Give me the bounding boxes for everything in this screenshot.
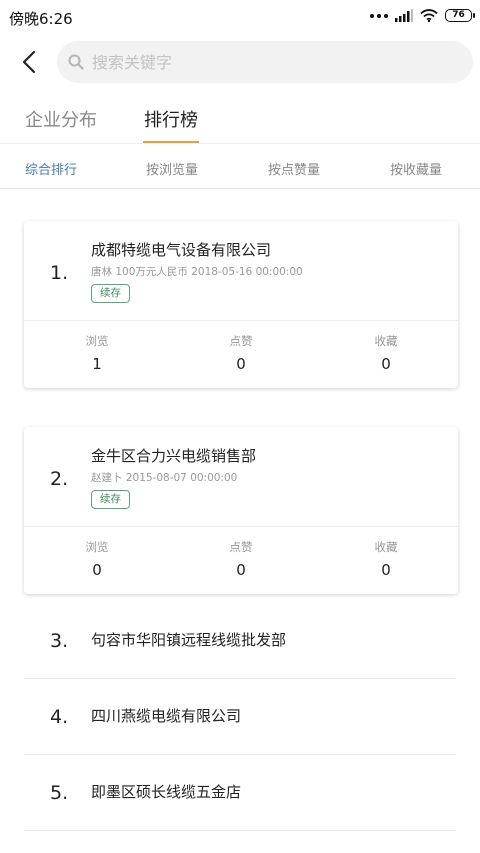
status-icons: 76 — [370, 9, 475, 22]
rank-number: 5. — [50, 782, 69, 804]
company-name: 四川燕缆电缆有限公司 — [91, 707, 242, 725]
signal-icon — [395, 9, 413, 22]
rank-number: 2. — [50, 468, 69, 490]
stat-value: 0 — [381, 355, 391, 373]
status-time: 傍晚6:26 — [9, 10, 73, 28]
company-meta: 赵建卜 2015-08-07 00:00:00 — [91, 472, 238, 484]
back-button[interactable] — [14, 47, 44, 77]
ranking-card[interactable]: 1. 成都特缆电气设备有限公司 唐林 100万元人民币 2018-05-16 0… — [24, 221, 458, 388]
card-stats: 浏览 1 点赞 0 收藏 0 — [24, 321, 458, 388]
stat-value: 0 — [236, 355, 246, 373]
ranking-card[interactable]: 2. 金牛区合力兴电缆销售部 赵建卜 2015-08-07 00:00:00 续… — [24, 427, 458, 594]
list-item[interactable]: 3. 句容市华阳镇远程线缆批发部 — [24, 603, 456, 679]
stat-views: 浏览 1 — [37, 333, 157, 373]
company-name: 金牛区合力兴电缆销售部 — [91, 447, 257, 465]
stat-value: 0 — [92, 561, 102, 579]
company-meta: 唐林 100万元人民币 2018-05-16 00:00:00 — [91, 266, 303, 278]
subtab-by-views[interactable]: 按浏览量 — [146, 159, 198, 178]
active-tab-indicator — [143, 141, 199, 143]
company-name: 句容市华阳镇远程线缆批发部 — [91, 631, 287, 649]
rank-number: 3. — [50, 630, 69, 652]
search-box[interactable] — [57, 41, 473, 83]
rank-number: 4. — [50, 706, 69, 728]
stat-label: 收藏 — [374, 334, 398, 348]
search-icon — [68, 54, 84, 70]
list-item[interactable]: 4. 四川燕缆电缆有限公司 — [24, 679, 456, 755]
battery-icon: 76 — [445, 9, 475, 22]
stat-value: 0 — [236, 561, 246, 579]
rank-number: 1. — [50, 262, 69, 284]
card-stats: 浏览 0 点赞 0 收藏 0 — [24, 527, 458, 594]
list-item[interactable]: 5. 即墨区硕长线缆五金店 — [24, 755, 456, 831]
stat-favorites: 收藏 0 — [326, 539, 446, 579]
tab-enterprise-distribution[interactable]: 企业分布 — [25, 106, 97, 132]
status-badge: 续存 — [91, 490, 130, 509]
stat-label: 浏览 — [85, 334, 109, 348]
more-dots-icon — [370, 13, 388, 18]
status-bar: 傍晚6:26 76 — [0, 0, 480, 34]
stat-likes: 点赞 0 — [181, 539, 301, 579]
stat-favorites: 收藏 0 — [326, 333, 446, 373]
tab-ranking[interactable]: 排行榜 — [144, 106, 198, 132]
sub-tabs: 综合排行 按浏览量 按点赞量 按收藏量 — [0, 145, 480, 189]
card-header: 2. 金牛区合力兴电缆销售部 赵建卜 2015-08-07 00:00:00 续… — [24, 427, 458, 527]
stat-value: 1 — [92, 355, 102, 373]
stat-value: 0 — [381, 561, 391, 579]
card-header: 1. 成都特缆电气设备有限公司 唐林 100万元人民币 2018-05-16 0… — [24, 221, 458, 321]
subtab-by-likes[interactable]: 按点赞量 — [268, 159, 320, 178]
wifi-icon — [420, 9, 438, 22]
subtab-by-favorites[interactable]: 按收藏量 — [390, 159, 442, 178]
company-name: 成都特缆电气设备有限公司 — [91, 241, 272, 259]
status-badge: 续存 — [91, 284, 130, 303]
main-tabs: 企业分布 排行榜 — [0, 96, 480, 144]
stat-likes: 点赞 0 — [181, 333, 301, 373]
stat-label: 浏览 — [85, 540, 109, 554]
company-name: 即墨区硕长线缆五金店 — [91, 783, 242, 801]
stat-label: 点赞 — [229, 540, 253, 554]
stat-views: 浏览 0 — [37, 539, 157, 579]
back-arrow-icon — [22, 50, 36, 74]
subtab-overall-ranking[interactable]: 综合排行 — [25, 159, 77, 178]
stat-label: 收藏 — [374, 540, 398, 554]
search-input[interactable] — [92, 52, 473, 72]
stat-label: 点赞 — [229, 334, 253, 348]
